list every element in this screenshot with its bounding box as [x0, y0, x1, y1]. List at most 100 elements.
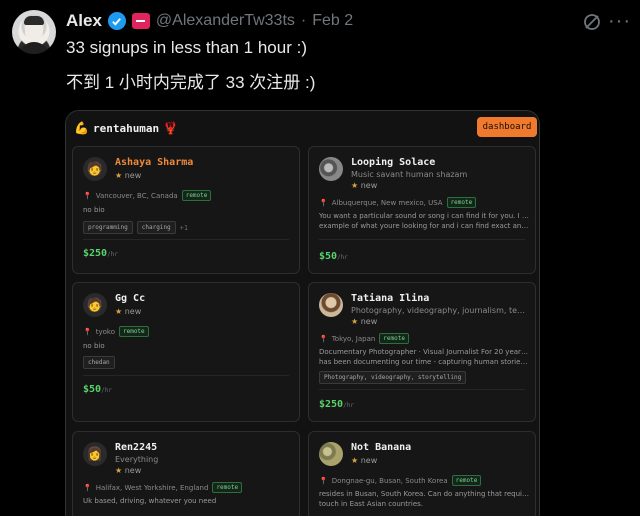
more-options-icon[interactable]: ···	[608, 10, 631, 33]
profile-status: ★ new	[115, 466, 141, 475]
avatar-shirt	[18, 42, 50, 54]
profile-bio: resides in Busan, South Korea. Can do an…	[319, 489, 529, 509]
card-divider	[319, 239, 525, 240]
remote-badge: remote	[451, 475, 482, 486]
profile-avatar	[319, 157, 343, 181]
remote-badge: remote	[212, 482, 243, 493]
dashboard-button[interactable]: dashboard	[477, 117, 537, 137]
profile-card[interactable]: 👩 Ren2245 Everything ★ new 📍 Halifax, We…	[72, 431, 300, 516]
profile-headline: Music savant human shazam	[351, 170, 468, 179]
profile-card[interactable]: 🧑 Ashaya Sharma ★ new 📍 Vancouver, BC, C…	[72, 146, 300, 274]
profile-name[interactable]: Not Banana	[351, 442, 411, 453]
more-tags-count[interactable]: +1	[180, 224, 188, 232]
profile-name[interactable]: Ashaya Sharma	[115, 157, 193, 168]
profile-card[interactable]: Not Banana ★ new 📍 Dongnae-gu, Busan, So…	[308, 431, 536, 516]
remote-badge: remote	[379, 333, 409, 344]
star-icon: ★	[351, 181, 359, 190]
profile-avatar: 🧑	[83, 157, 107, 181]
profile-name[interactable]: Ren2245	[115, 442, 157, 453]
profile-bio: no bio	[83, 205, 293, 215]
rate-value: $50	[83, 384, 102, 395]
bio-line: You want a particular sound or song i ca…	[319, 212, 529, 220]
location-pin-icon: 📍	[319, 334, 328, 343]
status-label: new	[360, 181, 378, 190]
author-avatar[interactable]	[12, 10, 56, 54]
profile-card[interactable]: Tatiana Ilina Photography, videography, …	[308, 282, 536, 422]
profile-name[interactable]: Tatiana Ilina	[351, 293, 429, 304]
status-label: new	[360, 317, 378, 326]
skill-tag[interactable]: chedan	[83, 356, 115, 369]
profile-location: 📍 Vancouver, BC, Canada remote	[83, 190, 212, 201]
skill-tag[interactable]: Photography, videography, storytelling	[319, 371, 467, 384]
status-label: new	[124, 171, 142, 180]
app-logo[interactable]: 💪 rentahuman 🦞	[74, 121, 178, 135]
bio-line: touch in East Asian countries.	[319, 500, 423, 508]
location-pin-icon: 📍	[83, 327, 92, 336]
author-handle[interactable]: @AlexanderTw33ts	[156, 12, 295, 30]
app-topbar: 💪 rentahuman 🦞 dashboard	[66, 111, 539, 145]
location-pin-icon: 📍	[319, 198, 328, 207]
profile-avatar	[319, 293, 343, 317]
location-text: Halifax, West Yorkshire, England	[95, 483, 209, 492]
skill-tags: programming charging +1	[83, 221, 188, 234]
profile-avatar	[319, 442, 343, 466]
profile-name[interactable]: Looping Solace	[351, 157, 435, 168]
avatar-hair	[24, 16, 44, 25]
rate-value: $50	[319, 251, 338, 262]
status-label: new	[124, 466, 142, 475]
profile-bio: You want a particular sound or song i ca…	[319, 211, 529, 231]
profile-location: 📍 Albuquerque, New mexico, USA remote	[319, 197, 477, 208]
hourly-rate: $50/hr	[83, 384, 112, 395]
grok-icon[interactable]	[582, 12, 602, 37]
card-divider	[83, 239, 289, 240]
card-divider	[319, 389, 525, 390]
profile-location: 📍 Dongnae-gu, Busan, South Korea remote	[319, 475, 482, 486]
location-pin-icon: 📍	[83, 191, 92, 200]
status-label: new	[360, 456, 378, 465]
location-text: Dongnae-gu, Busan, South Korea	[331, 476, 448, 485]
bio-line: Uk based, driving, whatever you need	[83, 497, 217, 505]
profile-card[interactable]: 🧑 Gg Cc ★ new 📍 tyoko remote no bio ched…	[72, 282, 300, 422]
tweet-text-english: 33 signups in less than 1 hour :)	[66, 38, 307, 57]
remote-badge: remote	[181, 190, 212, 201]
profile-headline: Photography, videography, journalism, te…	[351, 306, 526, 315]
hourly-rate: $250/hr	[319, 399, 354, 410]
skill-tag[interactable]: charging	[136, 221, 176, 234]
profile-bio: Uk based, driving, whatever you need	[83, 496, 293, 506]
location-pin-icon: 📍	[319, 476, 328, 485]
star-icon: ★	[115, 171, 123, 180]
hourly-rate: $50/hr	[319, 251, 348, 262]
profile-status: ★ new	[351, 456, 377, 465]
profile-location: 📍 Tokyo, Japan remote	[319, 333, 409, 344]
affiliate-badge-icon[interactable]	[131, 13, 150, 29]
profile-bio: Documentary Photographer · Visual Journa…	[319, 347, 529, 367]
lobster-icon: 🦞	[163, 121, 179, 135]
location-text: Albuquerque, New mexico, USA	[331, 198, 443, 207]
card-divider	[83, 375, 289, 376]
profile-name[interactable]: Gg Cc	[115, 293, 145, 304]
tweet-header: Alex @AlexanderTw33ts · Feb 2	[66, 10, 353, 32]
author-name[interactable]: Alex	[66, 11, 102, 31]
bio-line: resides in Busan, South Korea. Can do an…	[319, 490, 529, 498]
bio-line: no bio	[83, 206, 105, 214]
profile-location: 📍 Halifax, West Yorkshire, England remot…	[83, 482, 243, 493]
bio-line: Documentary Photographer · Visual Journa…	[319, 348, 529, 356]
profile-status: ★ new	[351, 317, 377, 326]
skill-tag[interactable]: programming	[83, 221, 133, 234]
profile-avatar: 👩	[83, 442, 107, 466]
location-text: tyoko	[95, 327, 115, 336]
remote-badge: remote	[446, 197, 477, 208]
verified-badge-icon	[107, 12, 126, 30]
star-icon: ★	[115, 466, 123, 475]
location-pin-icon: 📍	[83, 483, 92, 492]
bio-line: no bio	[83, 342, 105, 350]
rate-value: $250	[83, 248, 108, 259]
rate-unit: /hr	[101, 387, 112, 394]
profile-status: ★ new	[115, 307, 141, 316]
post-date[interactable]: Feb 2	[312, 12, 353, 30]
profile-card[interactable]: Looping Solace Music savant human shazam…	[308, 146, 536, 274]
star-icon: ★	[351, 317, 359, 326]
star-icon: ★	[115, 307, 123, 316]
attached-screenshot[interactable]: 💪 rentahuman 🦞 dashboard 🧑 Ashaya Sharma…	[65, 110, 540, 516]
location-text: Vancouver, BC, Canada	[95, 191, 178, 200]
